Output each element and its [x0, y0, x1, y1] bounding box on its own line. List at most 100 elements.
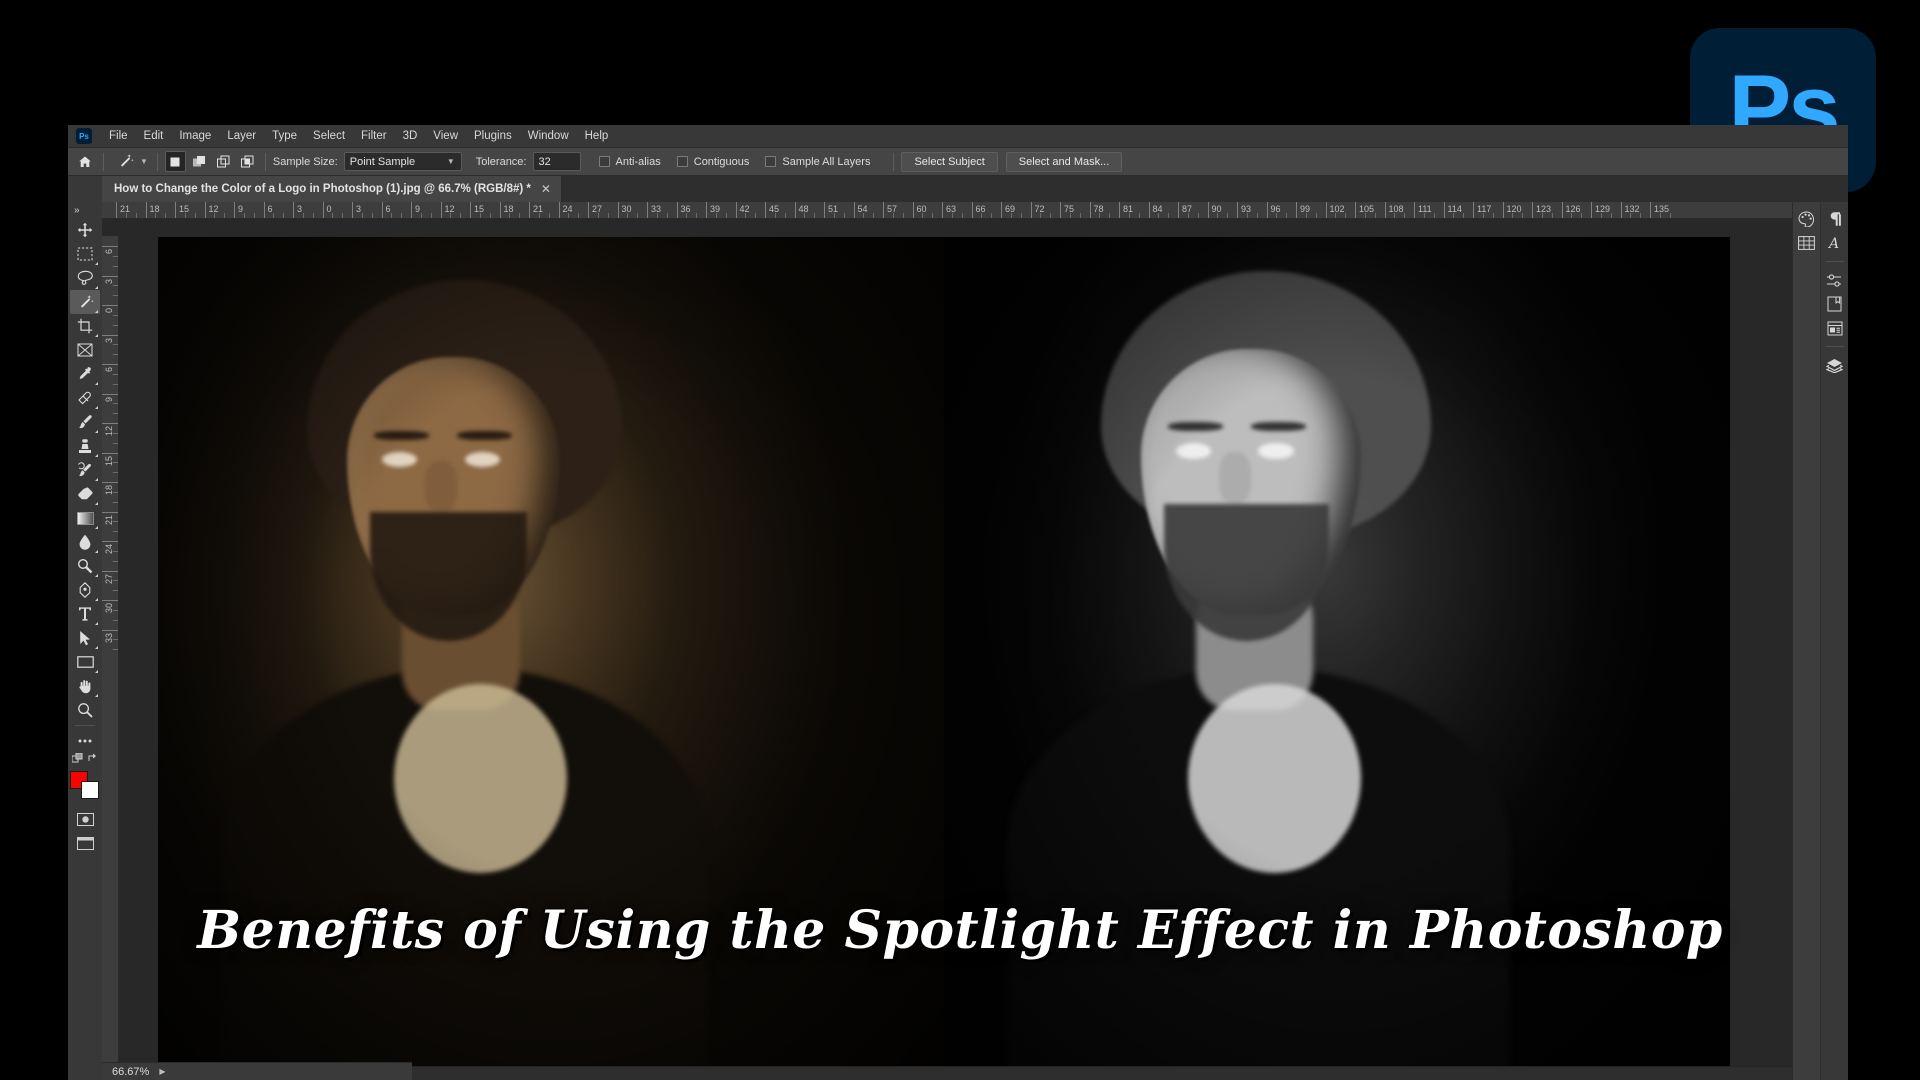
menu-item-view[interactable]: View: [425, 128, 466, 144]
ruler-major-tick: [529, 202, 530, 218]
properties-icon[interactable]: [1823, 317, 1847, 339]
horizontal-type-tool[interactable]: [70, 602, 100, 626]
ruler-major-tick: [1237, 202, 1238, 218]
grid-swatches-icon[interactable]: [1795, 232, 1819, 254]
tool-flyout-indicator: [95, 406, 98, 409]
subtract-from-selection-button[interactable]: [213, 151, 234, 172]
ruler-major-tick: [1060, 202, 1061, 218]
paragraph-pilcrow-icon[interactable]: [1823, 208, 1847, 230]
ruler-label: 9: [415, 204, 421, 214]
clone-stamp-tool[interactable]: [70, 434, 100, 458]
ruler-minor-tick: [113, 531, 118, 533]
swatch-mini-controls[interactable]: [72, 753, 98, 765]
history-brush-tool[interactable]: [70, 458, 100, 482]
ruler-minor-tick: [113, 619, 118, 621]
background-color-swatch[interactable]: [81, 781, 99, 799]
document-tab-bar: How to Change the Color of a Logo in Pho…: [68, 176, 1848, 202]
select-subject-button[interactable]: Select Subject: [901, 151, 998, 172]
intersect-with-selection-button[interactable]: [237, 151, 258, 172]
menu-item-plugins[interactable]: Plugins: [466, 128, 520, 144]
screen-mode-icon[interactable]: [70, 831, 100, 855]
tool-flyout-indicator: [95, 526, 98, 529]
zoom-tool[interactable]: [70, 698, 100, 722]
color-swatches[interactable]: [70, 769, 100, 799]
menu-item-select[interactable]: Select: [305, 128, 353, 144]
ruler-label: 114: [1447, 204, 1462, 214]
eraser-tool[interactable]: [70, 482, 100, 506]
magic-wand-tool[interactable]: [70, 290, 100, 314]
ruler-major-tick: [102, 305, 118, 306]
portrait-brow-right: [1250, 421, 1306, 432]
ruler-label: 24: [104, 544, 114, 555]
tolerance-input[interactable]: 32: [532, 152, 581, 171]
document-tab[interactable]: How to Change the Color of a Logo in Pho…: [102, 176, 562, 202]
frame-tool[interactable]: [70, 338, 100, 362]
character-a-icon[interactable]: A: [1823, 232, 1847, 254]
new-selection-button[interactable]: [164, 151, 186, 172]
select-and-mask-button[interactable]: Select and Mask...: [1005, 151, 1123, 172]
dodge-tool[interactable]: [70, 554, 100, 578]
tool-flyout-indicator: [95, 598, 98, 601]
layers-stack-icon[interactable]: [1823, 354, 1847, 376]
sample-size-select[interactable]: Point Sample ▼: [343, 152, 462, 171]
ruler-minor-tick: [113, 432, 118, 434]
horizontal-ruler[interactable]: 21 18 15 12 9 6 3 0 3 6 9 12 15 18 21 24 27 30 33 36 39 42 45 4…: [102, 202, 1848, 219]
menu-item-type[interactable]: Type: [264, 128, 305, 144]
eyedropper-tool[interactable]: [70, 362, 100, 386]
menu-item-help[interactable]: Help: [577, 128, 617, 144]
menu-item-layer[interactable]: Layer: [219, 128, 264, 144]
book-icon[interactable]: [1823, 293, 1847, 315]
tool-flyout-indicator: [95, 430, 98, 433]
zoom-level-value[interactable]: 66.67%: [112, 1066, 149, 1078]
menu-item-filter[interactable]: Filter: [353, 128, 395, 144]
ruler-major-tick: [352, 202, 353, 218]
checkbox-anti-alias[interactable]: Anti-alias: [598, 156, 661, 168]
ruler-minor-tick: [113, 521, 118, 523]
home-icon[interactable]: [74, 152, 96, 172]
sliders-icon[interactable]: [1823, 269, 1847, 291]
ruler-major-tick: [1001, 202, 1002, 218]
pen-tool[interactable]: [70, 578, 100, 602]
ruler-label: 6: [267, 204, 273, 214]
menu-item-window[interactable]: Window: [520, 128, 577, 144]
menu-item-file[interactable]: File: [101, 128, 136, 144]
close-icon[interactable]: ✕: [541, 182, 551, 196]
hand-tool[interactable]: [70, 674, 100, 698]
ruler-minor-tick: [113, 255, 118, 257]
menu-item-edit[interactable]: Edit: [136, 128, 172, 144]
sample-size-label: Sample Size:: [272, 155, 338, 168]
rectangle-tool[interactable]: [70, 650, 100, 674]
path-selection-tool[interactable]: [70, 626, 100, 650]
ruler-minor-tick: [113, 649, 118, 651]
photoshop-menu-icon[interactable]: Ps: [76, 128, 92, 144]
quick-mask-icon[interactable]: [70, 807, 100, 831]
ruler-minor-tick: [113, 265, 118, 267]
blur-tool[interactable]: [70, 530, 100, 554]
checkbox-sample-all-layers[interactable]: Sample All Layers: [765, 156, 870, 168]
ruler-major-tick: [102, 334, 118, 336]
color-wheel-icon[interactable]: [1795, 208, 1819, 230]
menu-item-3d[interactable]: 3D: [395, 128, 426, 144]
add-to-selection-button[interactable]: [189, 151, 210, 172]
gradient-tool[interactable]: [70, 506, 100, 530]
menu-item-image[interactable]: Image: [171, 128, 219, 144]
brush-tool[interactable]: [70, 410, 100, 434]
ruler-major-tick: [794, 202, 796, 218]
ellipsis-icon[interactable]: [70, 729, 100, 753]
lasso-tool[interactable]: [70, 266, 100, 290]
checkbox-contiguous[interactable]: Contiguous: [676, 156, 749, 168]
move-tool[interactable]: [70, 218, 100, 242]
ruler-minor-tick: [113, 462, 118, 464]
double-chevron-right-icon[interactable]: »: [68, 204, 80, 218]
spot-healing-brush-tool[interactable]: [70, 386, 100, 410]
rectangular-marquee-tool[interactable]: [70, 242, 100, 266]
ruler-major-tick: [706, 202, 707, 218]
active-tool-preset-picker[interactable]: ▼: [111, 151, 150, 173]
ruler-label: 3: [104, 337, 114, 343]
tool-list: [70, 218, 100, 722]
options-separator: [156, 152, 158, 171]
crop-tool[interactable]: [70, 314, 100, 338]
ruler-label: 6: [385, 204, 391, 214]
chevron-right-icon[interactable]: ▶: [159, 1067, 165, 1076]
checkbox-box: [676, 156, 688, 167]
